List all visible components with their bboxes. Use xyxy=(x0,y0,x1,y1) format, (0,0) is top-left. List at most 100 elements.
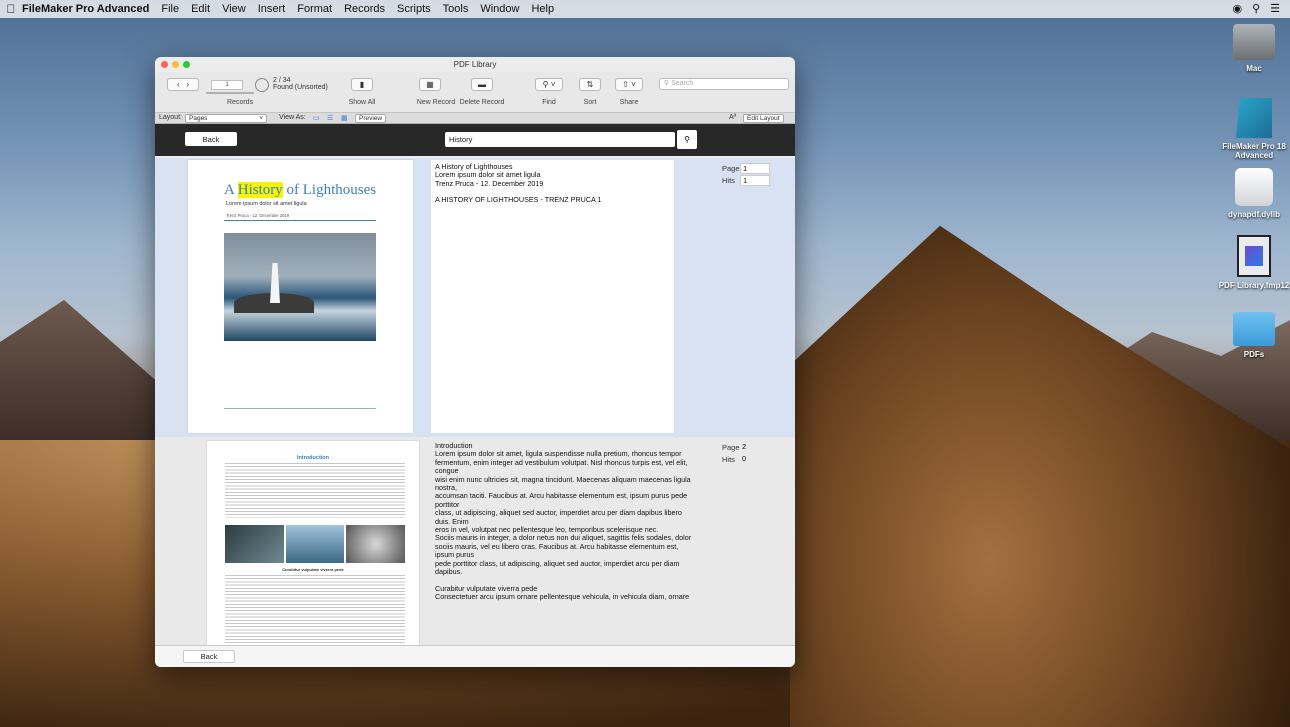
font-size-icon[interactable]: Aª xyxy=(729,114,736,121)
new-record-label: New Record xyxy=(416,99,456,106)
quick-find-input[interactable]: ⚲ Search xyxy=(659,78,789,90)
record-slider[interactable] xyxy=(206,92,254,94)
search-button[interactable]: ⚲ xyxy=(677,130,697,149)
page-number-field[interactable]: 2 xyxy=(740,442,770,453)
menu-bar:  FileMaker Pro Advanced File Edit View … xyxy=(0,0,1290,18)
window-titlebar[interactable]: PDF Library xyxy=(155,57,795,72)
find-label: Find xyxy=(542,99,556,106)
minimize-window-button[interactable] xyxy=(172,61,179,68)
back-button[interactable]: Back xyxy=(185,132,237,146)
table-view-icon[interactable]: ▦ xyxy=(341,114,348,122)
menu-view[interactable]: View xyxy=(222,3,246,15)
new-record-icon: ▦ xyxy=(426,80,434,89)
preview-button[interactable]: Preview xyxy=(355,114,387,123)
chevron-left-icon[interactable]: ‹ xyxy=(177,80,180,89)
search-icon: ⚲ xyxy=(664,80,670,87)
list-view-icon[interactable]: ☰ xyxy=(327,114,333,122)
menu-help[interactable]: Help xyxy=(531,3,554,15)
control-center-icon[interactable]: ☰ xyxy=(1270,2,1280,15)
desktop-icon-pdfs[interactable]: PDFs xyxy=(1209,312,1290,359)
text-line: A HISTORY OF LIGHTHOUSES - TRENZ PRUCA 1 xyxy=(435,195,602,205)
text-line: class, ut adipiscing, aliquet sed auctor… xyxy=(435,508,682,526)
pdf-page-thumbnail[interactable]: Introduction Curabitur vulputate viverra… xyxy=(207,441,419,645)
chevron-right-icon[interactable]: › xyxy=(186,80,189,89)
record-nav-buttons[interactable]: ‹ › xyxy=(167,78,199,91)
desktop-icon-mac[interactable]: Mac xyxy=(1209,24,1290,73)
desktop-icon-pdf-library[interactable]: PDF Library.fmp12 xyxy=(1209,235,1290,290)
delete-record-button[interactable]: ▬ xyxy=(471,78,493,91)
record-count: 2 / 34 xyxy=(273,77,291,84)
back-button-footer[interactable]: Back xyxy=(183,650,235,663)
close-window-button[interactable] xyxy=(161,61,168,68)
apple-icon[interactable]:  xyxy=(0,2,22,16)
search-icon: ⚲ xyxy=(684,135,690,144)
hits-field[interactable]: 0 xyxy=(740,454,770,465)
layout-select[interactable]: Pages ˅ xyxy=(185,114,267,123)
search-input[interactable]: History xyxy=(445,132,675,147)
desktop-icon-label: Mac xyxy=(1246,64,1262,73)
sort-icon: ⇅ xyxy=(586,80,594,89)
share-label: Share xyxy=(619,99,639,106)
doc-title: A History of Lighthouses xyxy=(224,182,376,199)
menu-format[interactable]: Format xyxy=(297,3,332,15)
find-button[interactable]: ⚲ ˅ xyxy=(535,78,563,91)
menu-window[interactable]: Window xyxy=(480,3,519,15)
new-record-button[interactable]: ▦ xyxy=(419,78,441,91)
page-label: Page xyxy=(722,163,740,173)
text-line: Consectetuer arcu ipsum ornare pellentes… xyxy=(435,591,690,601)
zoom-window-button[interactable] xyxy=(183,61,190,68)
pdf-page-thumbnail[interactable]: A History of Lighthouses Lorem ipsum dol… xyxy=(188,160,413,433)
magnifier-icon: ⚲ ˅ xyxy=(542,80,556,89)
doc-heading: Introduction xyxy=(296,455,330,461)
show-all-button[interactable]: ▮ xyxy=(351,78,373,91)
hits-field[interactable]: 1 xyxy=(740,174,770,186)
menu-scripts[interactable]: Scripts xyxy=(397,3,431,15)
record-row-2[interactable]: Introduction Curabitur vulputate viverra… xyxy=(155,437,795,645)
doc-image xyxy=(285,525,345,563)
folder-icon xyxy=(1233,312,1275,346)
view-as-label: View As: xyxy=(279,114,306,121)
sort-label: Sort xyxy=(583,99,597,106)
layout-label: Layout: xyxy=(159,114,182,121)
chevron-down-icon: ˅ xyxy=(259,115,263,122)
delete-record-icon: ▬ xyxy=(478,80,486,89)
record-number-field[interactable]: 1 xyxy=(211,80,243,90)
page-text-field[interactable]: A History of Lighthouses Lorem ipsum dol… xyxy=(431,160,674,433)
desktop-icon-dynapdf[interactable]: dynapdf.dylib xyxy=(1209,168,1290,219)
doc-body-text xyxy=(225,575,405,645)
menu-edit[interactable]: Edit xyxy=(191,3,210,15)
menu-insert[interactable]: Insert xyxy=(258,3,286,15)
page-text-field[interactable]: Introduction Lorem ipsum dolor sit amet,… xyxy=(431,439,701,645)
text-line: wisi enim nunc ultricies sit, magna tinc… xyxy=(435,474,691,493)
desktop-icon-filemaker[interactable]: FileMaker Pro 18 Advanced xyxy=(1209,98,1290,160)
layout-bar: Layout: Pages ˅ View As: ▭ ☰ ▦ Preview A… xyxy=(155,112,795,124)
photo-lighthouse xyxy=(270,263,280,303)
window-title: PDF Library xyxy=(453,60,497,69)
menu-file[interactable]: File xyxy=(161,3,179,15)
lighthouse-photo xyxy=(224,233,376,341)
menu-tools[interactable]: Tools xyxy=(443,3,469,15)
found-set-status: Found (Unsorted) xyxy=(273,84,328,91)
form-view-icon[interactable]: ▭ xyxy=(313,114,320,122)
share-icon: ⇧ ˅ xyxy=(622,80,636,89)
text-line: pede porttitor class, ut adipiscing, ali… xyxy=(435,558,680,577)
share-button[interactable]: ⇧ ˅ xyxy=(615,78,643,91)
screen-record-icon[interactable]: ◉ xyxy=(1232,2,1242,15)
show-all-label: Show All xyxy=(348,99,376,106)
edit-layout-button[interactable]: Edit Layout xyxy=(743,114,784,123)
text-line: Trenz Pruca - 12. December 2019 xyxy=(435,178,544,188)
search-placeholder: Search xyxy=(671,80,694,87)
record-row-1[interactable]: A History of Lighthouses Lorem ipsum dol… xyxy=(155,158,795,437)
doc-title-part: A xyxy=(224,182,238,198)
sort-button[interactable]: ⇅ xyxy=(579,78,601,91)
menu-records[interactable]: Records xyxy=(344,3,385,15)
spotlight-search-icon[interactable]: ⚲ xyxy=(1252,2,1260,15)
search-highlight: History xyxy=(237,182,283,198)
page-number-field[interactable]: 1 xyxy=(740,162,770,174)
menu-app-name[interactable]: FileMaker Pro Advanced xyxy=(22,3,149,15)
show-all-icon: ▮ xyxy=(359,80,365,89)
desktop-icon-label: dynapdf.dylib xyxy=(1228,210,1280,219)
layout-select-value: Pages xyxy=(189,115,208,122)
wallpaper-mountain xyxy=(0,300,160,440)
filemaker-window: PDF Library ‹ › 1 2 / 34 Found (Unsorted… xyxy=(155,57,795,667)
